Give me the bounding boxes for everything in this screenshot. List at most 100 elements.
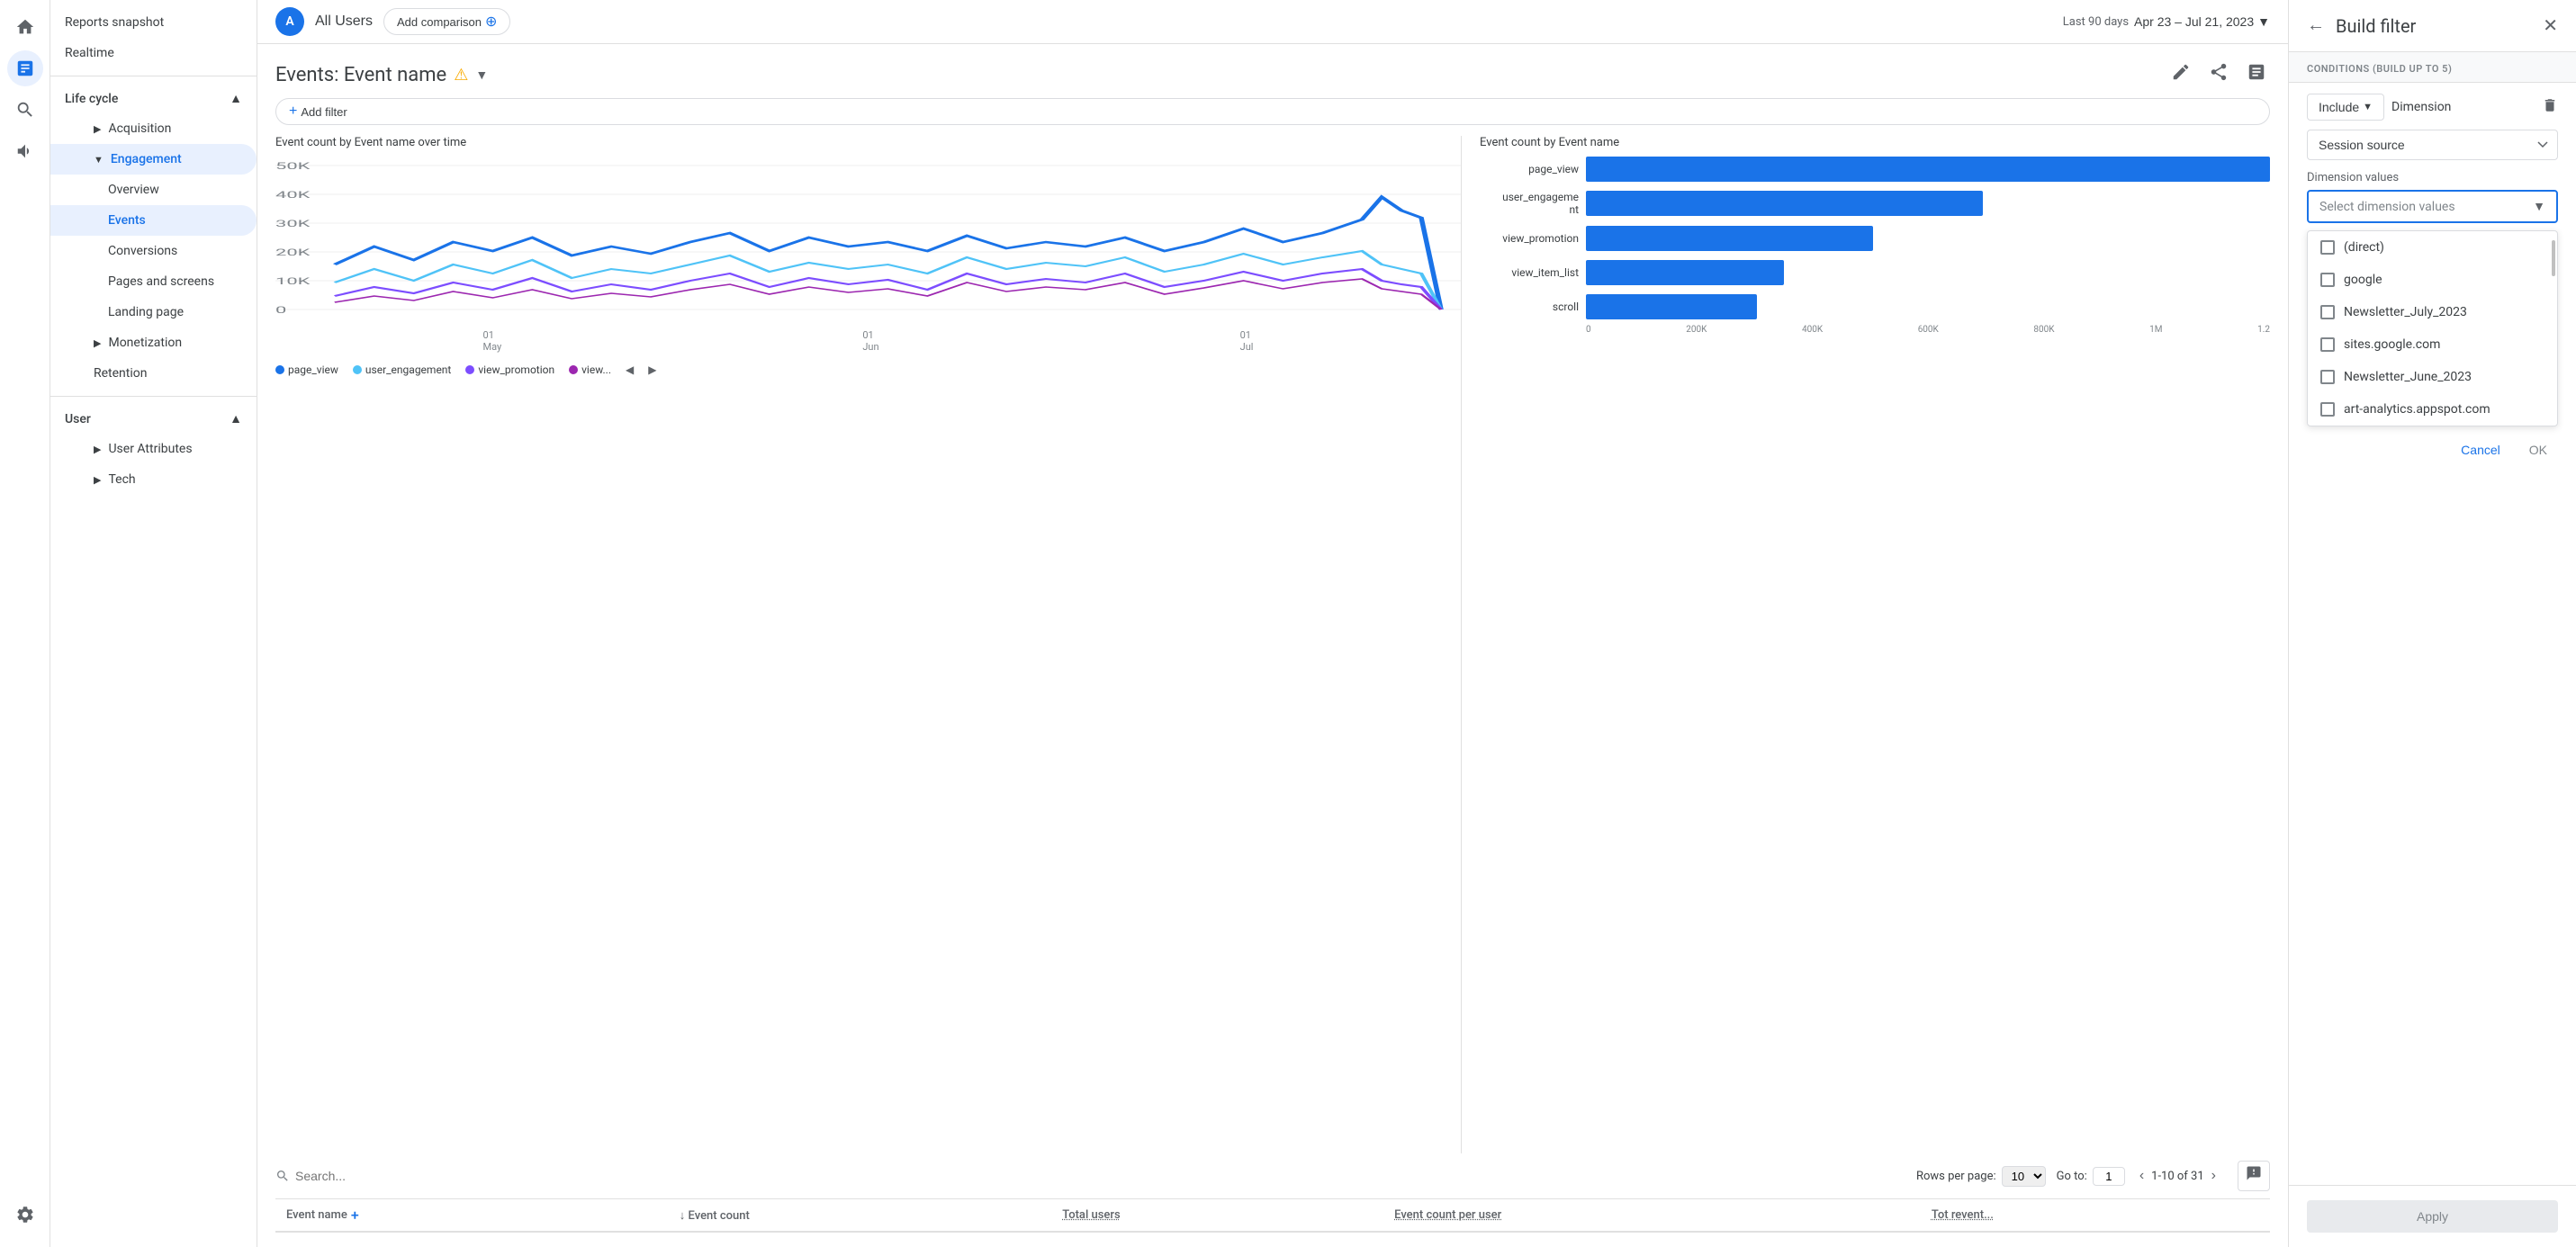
sidebar-item-conversions[interactable]: Conversions — [50, 236, 257, 266]
checkbox-sites-google[interactable] — [2320, 337, 2335, 352]
rows-per-page-select[interactable]: 10 25 50 — [2002, 1166, 2046, 1187]
bar-row-page-view: page_view — [1480, 157, 2270, 182]
chevron-right-icon: ▶ — [94, 337, 101, 349]
dimension-label: Dimension — [2391, 100, 2535, 114]
analytics-icon[interactable] — [7, 50, 43, 86]
pagination: ‹ 1-10 of 31 › — [2136, 1166, 2220, 1186]
search-box[interactable] — [275, 1169, 439, 1183]
dropdown-item-art-analytics[interactable]: art-analytics.appspot.com — [2308, 393, 2557, 426]
add-filter-button[interactable]: + Add filter — [275, 98, 2270, 125]
prev-page-button[interactable]: ‹ — [2136, 1166, 2148, 1186]
rows-per-page: Rows per page: 10 25 50 — [1916, 1166, 2046, 1187]
explore-icon[interactable] — [7, 92, 43, 128]
dropdown-item-sites-google[interactable]: sites.google.com — [2308, 328, 2557, 361]
include-button[interactable]: Include ▼ — [2307, 94, 2384, 121]
sidebar-item-user-attributes[interactable]: ▶ User Attributes — [50, 434, 257, 464]
charts-area: Event count by Event name over time 50K … — [257, 136, 2288, 1153]
date-range-button[interactable]: Apr 23 – Jul 21, 2023 ▼ — [2134, 14, 2270, 29]
lifecycle-label: Life cycle — [65, 92, 118, 106]
checkbox-newsletter-july[interactable] — [2320, 305, 2335, 319]
plus-icon: + — [289, 103, 297, 120]
goto-input[interactable] — [2093, 1167, 2125, 1186]
dropdown-item-newsletter-june[interactable]: Newsletter_June_2023 — [2308, 361, 2557, 393]
legend-nav-next[interactable]: ▶ — [648, 363, 656, 376]
sidebar-item-pages-screens[interactable]: Pages and screens — [50, 266, 257, 297]
sidebar-item-events[interactable]: Events — [50, 205, 257, 236]
home-icon[interactable] — [7, 9, 43, 45]
select-placeholder: Select dimension values — [2319, 200, 2455, 214]
top-bar: A All Users Add comparison ⊕ Last 90 day… — [257, 0, 2288, 44]
insights-button[interactable] — [2243, 58, 2270, 91]
add-comparison-button[interactable]: Add comparison ⊕ — [383, 8, 510, 35]
settings-icon-sidebar[interactable] — [7, 1197, 43, 1233]
next-page-button[interactable]: › — [2208, 1166, 2220, 1186]
sidebar-item-retention[interactable]: Retention — [50, 358, 257, 389]
lifecycle-section[interactable]: Life cycle ▲ — [50, 84, 257, 113]
sidebar-item-acquisition[interactable]: ▶ Acquisition — [50, 113, 257, 144]
svg-text:50K: 50K — [275, 161, 311, 172]
add-col-icon[interactable]: + — [351, 1207, 359, 1224]
user-section[interactable]: User ▲ — [50, 404, 257, 434]
sidebar-item-label: Engagement — [111, 152, 182, 166]
filter-panel-header: ← Build filter ✕ — [2289, 0, 2576, 52]
chevron-down-icon: ▼ — [94, 154, 104, 166]
add-filter-label: Add filter — [301, 105, 347, 119]
dropdown-arrow-icon: ▼ — [2533, 199, 2545, 214]
item-label-direct: (direct) — [2344, 240, 2384, 255]
delete-condition-button[interactable] — [2542, 97, 2558, 118]
all-users-button[interactable]: All Users — [315, 13, 373, 30]
dropdown-item-google[interactable]: google — [2308, 264, 2557, 296]
sidebar-item-tech[interactable]: ▶ Tech — [50, 464, 257, 495]
cancel-button[interactable]: Cancel — [2450, 435, 2511, 464]
dropdown-wrapper: (direct) google Newsletter_July_2023 sit… — [2307, 230, 2558, 426]
page-header: Events: Event name ⚠ ▼ — [257, 44, 2288, 98]
sidebar-item-overview[interactable]: Overview — [50, 175, 257, 205]
sidebar-item-label: Overview — [108, 183, 159, 197]
filter-close-button[interactable]: ✕ — [2543, 14, 2558, 37]
filter-panel-title: Build filter — [2336, 15, 2532, 37]
sidebar-item-reports-snapshot[interactable]: Reports snapshot — [50, 7, 257, 38]
apply-label: Apply — [2417, 1209, 2448, 1224]
x-label-jul: 01Jul — [1240, 329, 1254, 353]
dropdown-item-newsletter-july[interactable]: Newsletter_July_2023 — [2308, 296, 2557, 328]
filter-back-button[interactable]: ← — [2307, 15, 2325, 36]
goto-label: Go to: — [2057, 1170, 2087, 1183]
feedback-button[interactable] — [2238, 1161, 2270, 1191]
legend-page-view: page_view — [275, 363, 338, 376]
dropdown-item-direct[interactable]: (direct) — [2308, 231, 2557, 264]
share-button[interactable] — [2205, 58, 2232, 91]
sidebar-item-label: Pages and screens — [108, 274, 214, 289]
dimension-values-select[interactable]: Select dimension values ▼ — [2307, 190, 2558, 223]
sidebar-item-landing-page[interactable]: Landing page — [50, 297, 257, 327]
checkbox-direct[interactable] — [2320, 240, 2335, 255]
sidebar-item-label: Acquisition — [108, 121, 171, 136]
svg-text:30K: 30K — [275, 219, 311, 229]
sidebar-item-label: Tech — [108, 472, 135, 487]
edit-report-button[interactable] — [2167, 58, 2194, 91]
legend-nav-prev[interactable]: ◀ — [626, 363, 634, 376]
apply-button[interactable]: Apply — [2307, 1200, 2558, 1233]
sidebar-item-label: Realtime — [65, 46, 114, 60]
sidebar-item-monetization[interactable]: ▶ Monetization — [50, 327, 257, 358]
checkbox-google[interactable] — [2320, 273, 2335, 287]
sidebar-item-engagement[interactable]: ▼ Engagement — [50, 144, 257, 175]
dimension-select[interactable]: Session source Session medium Page path … — [2307, 130, 2558, 160]
table-area: Rows per page: 10 25 50 Go to: ‹ 1-10 of… — [257, 1153, 2288, 1247]
sidebar-item-label: Conversions — [108, 244, 177, 258]
col-event-name: Event name + — [275, 1199, 669, 1232]
search-input[interactable] — [295, 1169, 439, 1183]
date-range-label: Apr 23 – Jul 21, 2023 — [2134, 14, 2254, 29]
advertising-icon[interactable] — [7, 133, 43, 169]
dropdown-chevron-icon[interactable]: ▼ — [475, 67, 488, 83]
checkbox-newsletter-june[interactable] — [2320, 370, 2335, 384]
checkbox-art-analytics[interactable] — [2320, 402, 2335, 417]
chevron-right-icon: ▶ — [94, 444, 101, 455]
filter-footer: Apply — [2289, 1185, 2576, 1247]
svg-text:20K: 20K — [275, 247, 311, 258]
x-label-may: 01May — [483, 329, 502, 353]
ok-button[interactable]: OK — [2518, 435, 2558, 464]
chevron-right-icon: ▶ — [94, 123, 101, 135]
sidebar-item-realtime[interactable]: Realtime — [50, 38, 257, 68]
col-tot-revent: Tot revent... — [1921, 1199, 2270, 1232]
user-label: User — [65, 412, 91, 426]
